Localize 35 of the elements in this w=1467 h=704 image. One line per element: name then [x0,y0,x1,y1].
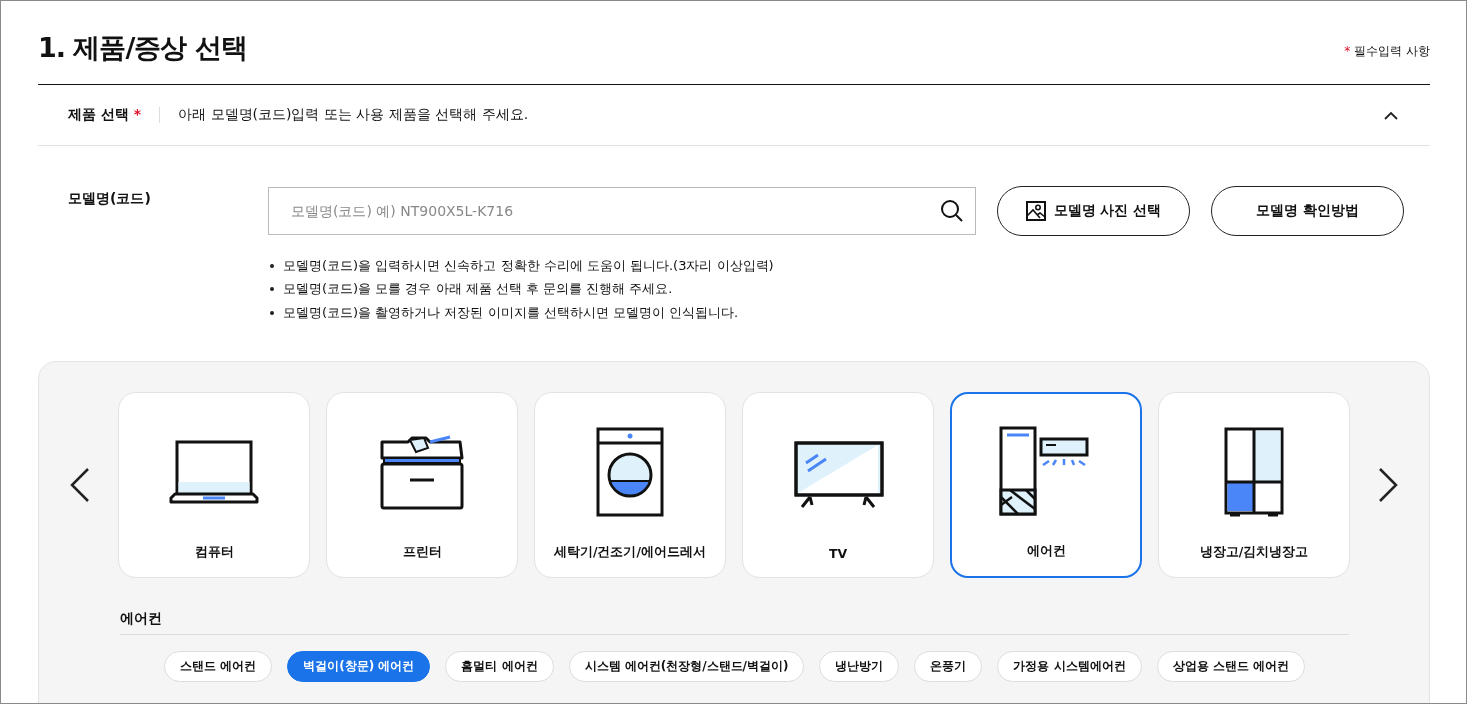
bullet-icon [270,263,274,268]
category-card[interactable]: TV [742,391,934,578]
photo-select-button[interactable]: 모델명 사진 선택 [997,186,1190,236]
subcategory-chip[interactable]: 스탠드 에어컨 [164,650,273,682]
printer-icon [380,433,464,510]
guide-button[interactable]: 모델명 확인방법 [1211,186,1404,236]
subcategory-chip[interactable]: 냉난방기 [819,650,900,682]
category-card[interactable]: 프린터 [326,391,518,578]
model-label: 모델명(코드) [68,189,152,208]
note-text: 모델명(코드)을 촬영하거나 저장된 이미지를 선택하시면 모델명이 인식됩니다. [283,303,739,322]
subcategory-chip[interactable]: 벽걸이(창문) 에어컨 [287,650,431,682]
washing-machine-icon [596,426,664,517]
page-title: 1. 제품/증상 선택 [38,31,247,65]
category-card[interactable]: 냉장고/김치냉장고 [1158,391,1350,578]
subcategory-chip[interactable]: 상업용 스탠드 에어컨 [1156,650,1305,682]
subcategory-chip[interactable]: 시스템 에어컨(천장형/스탠드/벽걸이) [568,650,805,682]
search-icon[interactable] [940,199,964,223]
bullet-icon [270,287,274,292]
image-icon [1025,201,1046,221]
note-text: 모델명(코드)을 입력하시면 신속하고 정확한 수리에 도움이 됩니다.(3자리 이상입력) [283,256,774,275]
category-card[interactable]: 세탁기/건조기/에어드레서 [534,391,726,578]
refrigerator-icon [1224,426,1284,517]
category-card[interactable]: 에어컨 [950,391,1142,578]
laptop-icon [169,439,259,504]
search-field[interactable]: 모델명(코드) 예) NT900X5L-K716 [268,187,976,235]
note-text: 모델명(코드)을 모를 경우 아래 제품 선택 후 문의를 진행해 주세요. [283,280,673,299]
bullet-icon [270,310,274,315]
subcategory-chip[interactable]: 홈멀티 에어컨 [445,650,554,682]
section-description: 아래 모델명(코드)입력 또는 사용 제품을 선택해 주세요. [178,106,530,124]
subcategory-chip[interactable]: 온풍기 [914,650,983,682]
subcategory-chip[interactable]: 가정용 시스템에어컨 [997,650,1142,682]
subcategory-title: 에어컨 [120,609,1349,635]
category-card[interactable]: 컴퓨터 [118,391,310,578]
section-label: 제품 선택 * [68,106,142,124]
required-note: * 필수입력 사항 [1344,43,1430,60]
